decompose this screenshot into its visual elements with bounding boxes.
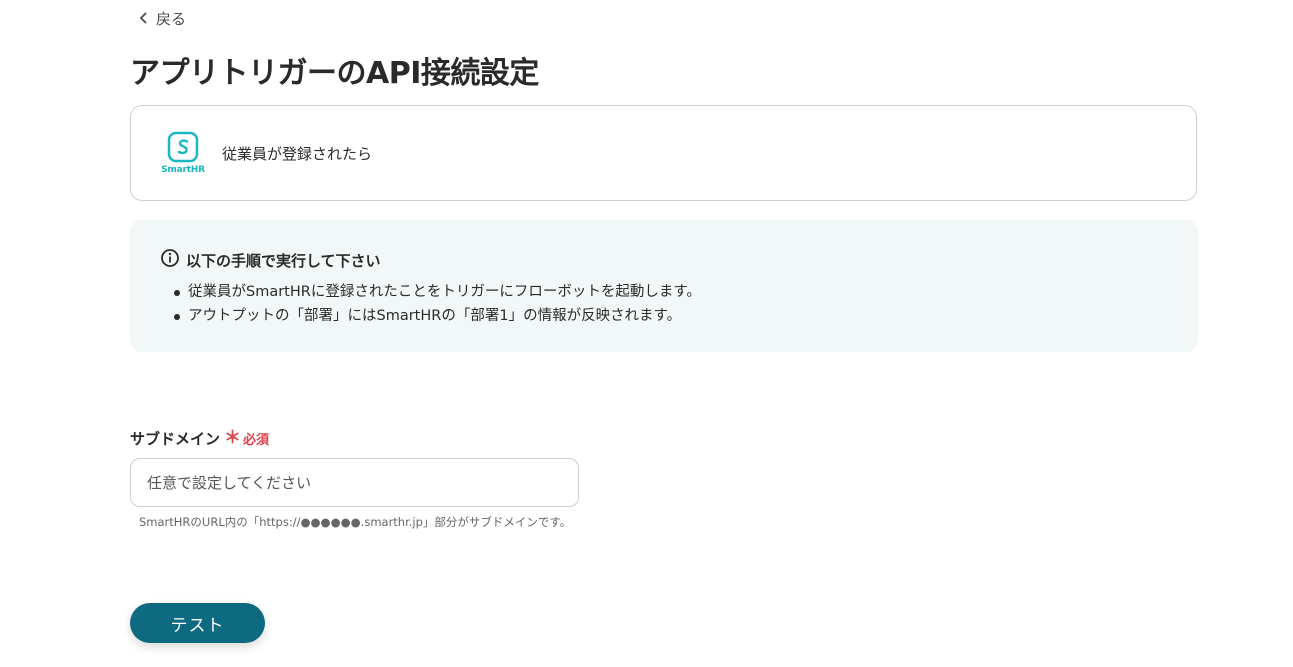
- trigger-name: 従業員が登録されたら: [222, 144, 373, 163]
- test-button[interactable]: テスト: [130, 603, 265, 643]
- required-text: 必須: [243, 433, 270, 448]
- subdomain-label-text: サブドメイン: [130, 430, 221, 448]
- app-logo-text: SmartHR: [161, 165, 205, 175]
- required-mark: ＊: [224, 428, 242, 448]
- back-label: 戻る: [156, 10, 187, 28]
- info-icon: [160, 248, 180, 272]
- app-logo: SmartHR: [158, 131, 208, 175]
- back-link[interactable]: 戻る: [138, 8, 186, 29]
- subdomain-help-text: SmartHRのURL内の「https://●●●●●●.smarthr.jp」…: [139, 515, 572, 529]
- instructions-heading-text: 以下の手順で実行して下さい: [186, 251, 381, 270]
- required-badge: ＊ 必須: [224, 428, 270, 449]
- smarthr-logo-icon: [167, 131, 199, 163]
- instructions-heading: 以下の手順で実行して下さい: [160, 248, 1168, 272]
- chevron-left-icon: [138, 10, 150, 28]
- subdomain-input[interactable]: [130, 458, 579, 507]
- instructions-list: 従業員がSmartHRに登録されたことをトリガーにフローボットを起動します。 ア…: [160, 280, 1168, 328]
- list-item: アウトプットの「部署」にはSmartHRの「部署1」の情報が反映されます。: [174, 304, 1168, 328]
- app-trigger-card: SmartHR 従業員が登録されたら: [130, 105, 1197, 201]
- subdomain-label: サブドメイン ＊ 必須: [130, 428, 269, 449]
- instructions-box: 以下の手順で実行して下さい 従業員がSmartHRに登録されたことをトリガーにフ…: [130, 220, 1198, 352]
- list-item: 従業員がSmartHRに登録されたことをトリガーにフローボットを起動します。: [174, 280, 1168, 304]
- page-title: アプリトリガーのAPI接続設定: [130, 56, 539, 91]
